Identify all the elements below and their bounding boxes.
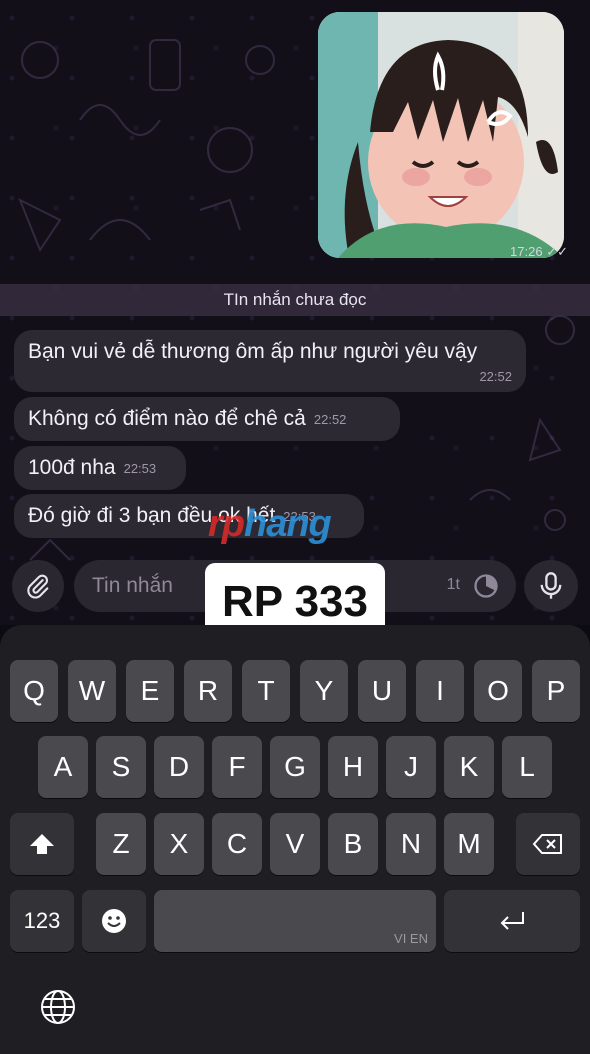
message-text: Không có điểm nào để chê cả xyxy=(28,407,306,430)
message-bubble[interactable]: Không có điểm nào để chê cả 22:52 xyxy=(14,397,400,441)
return-key[interactable] xyxy=(444,890,580,952)
message-time: 22:52 xyxy=(313,411,347,427)
key-a[interactable]: A xyxy=(38,736,88,798)
watermark-part-1: rp xyxy=(208,503,245,545)
space-key[interactable]: VI EN xyxy=(154,890,436,952)
keyboard-language-label: VI EN xyxy=(394,931,428,946)
key-u[interactable]: U xyxy=(358,660,406,722)
key-w[interactable]: W xyxy=(68,660,116,722)
backspace-key[interactable] xyxy=(516,813,580,875)
message-text: 100đ nha xyxy=(28,456,116,479)
unread-messages-divider: TIn nhắn chưa đọc xyxy=(0,284,590,316)
watermark-part-2: hang xyxy=(244,503,332,545)
message-time: 22:52 xyxy=(479,369,512,384)
globe-icon xyxy=(41,990,75,1024)
photo-message[interactable] xyxy=(318,12,564,258)
key-n[interactable]: N xyxy=(386,813,436,875)
key-s[interactable]: S xyxy=(96,736,146,798)
message-time: 22:53 xyxy=(123,460,157,476)
key-b[interactable]: B xyxy=(328,813,378,875)
language-switch-button[interactable] xyxy=(38,987,78,1027)
key-l[interactable]: L xyxy=(502,736,552,798)
key-r[interactable]: R xyxy=(184,660,232,722)
microphone-icon xyxy=(540,572,562,599)
emoji-icon xyxy=(102,909,126,933)
key-d[interactable]: D xyxy=(154,736,204,798)
key-k[interactable]: K xyxy=(444,736,494,798)
numbers-key[interactable]: 123 xyxy=(10,890,74,952)
key-o[interactable]: O xyxy=(474,660,522,722)
photo-timestamp: 17:26 ✓✓ xyxy=(510,244,568,259)
key-j[interactable]: J xyxy=(386,736,436,798)
key-g[interactable]: G xyxy=(270,736,320,798)
key-z[interactable]: Z xyxy=(96,813,146,875)
message-bubble[interactable]: 100đ nha 22:53 xyxy=(14,446,186,490)
key-i[interactable]: I xyxy=(416,660,464,722)
watermark-logo: rphang xyxy=(208,503,332,546)
backspace-icon xyxy=(532,834,562,854)
key-q[interactable]: Q xyxy=(10,660,58,722)
unread-label: TIn nhắn chưa đọc xyxy=(223,290,367,309)
return-icon xyxy=(500,912,524,930)
read-check-icon: ✓✓ xyxy=(546,244,568,259)
emoji-key[interactable] xyxy=(82,890,146,952)
voice-record-button[interactable] xyxy=(524,560,578,612)
self-destruct-timer-label: 1t xyxy=(446,576,460,593)
message-bubble[interactable]: Bạn vui vẻ dễ thương ôm ấp như người yêu… xyxy=(14,330,526,392)
key-p[interactable]: P xyxy=(532,660,580,722)
paperclip-icon xyxy=(27,574,49,599)
key-f[interactable]: F xyxy=(212,736,262,798)
on-screen-keyboard: Q W E R T Y U I O P A S D F G H J K L Z … xyxy=(0,625,590,1054)
key-e[interactable]: E xyxy=(126,660,174,722)
message-text: Bạn vui vẻ dễ thương ôm ấp như người yêu… xyxy=(28,340,478,363)
key-h[interactable]: H xyxy=(328,736,378,798)
key-t[interactable]: T xyxy=(242,660,290,722)
key-x[interactable]: X xyxy=(154,813,204,875)
key-v[interactable]: V xyxy=(270,813,320,875)
message-input-placeholder: Tin nhắn xyxy=(92,574,173,597)
shift-key[interactable] xyxy=(10,813,74,875)
attach-button[interactable] xyxy=(12,560,64,612)
key-m[interactable]: M xyxy=(444,813,494,875)
key-y[interactable]: Y xyxy=(300,660,348,722)
shift-arrow-icon xyxy=(30,834,54,854)
key-c[interactable]: C xyxy=(212,813,262,875)
timer-icon[interactable] xyxy=(472,572,500,600)
child-photo xyxy=(318,12,564,258)
rp-code-text: RP 333 xyxy=(222,577,368,626)
